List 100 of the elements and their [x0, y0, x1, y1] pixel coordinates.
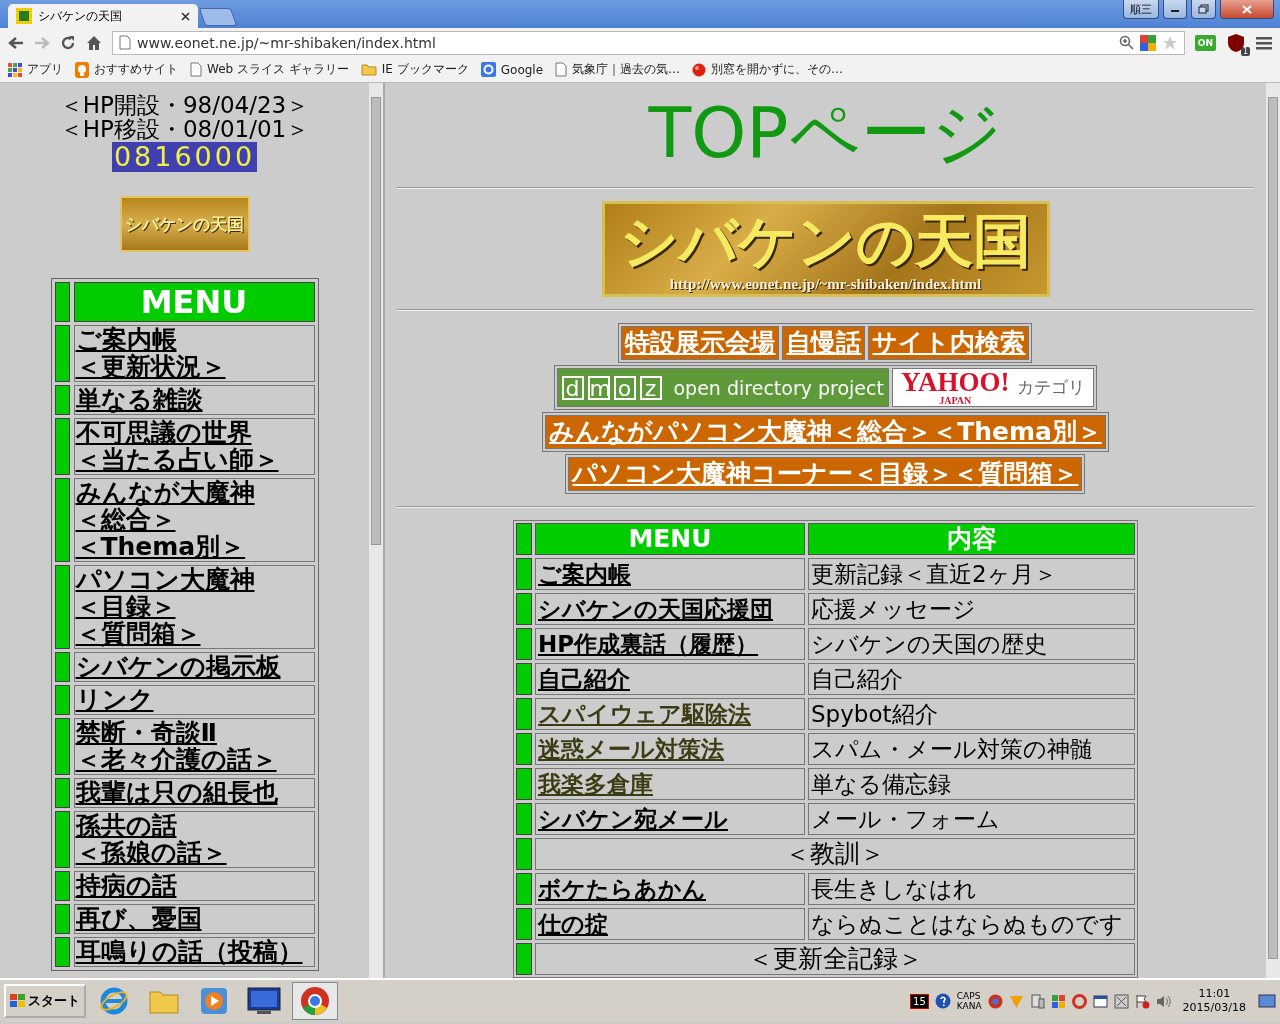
menu-marker: [54, 778, 70, 808]
apps-grid-icon[interactable]: [8, 62, 22, 77]
close-icon[interactable]: [181, 11, 190, 21]
favicon-icon: [16, 8, 32, 24]
nav-link[interactable]: 自慢話: [782, 326, 866, 360]
star-icon[interactable]: [1161, 34, 1178, 51]
monitor-icon[interactable]: [247, 987, 281, 1015]
banner-url: http://www.eonet.ne.jp/~mr-shibaken/index.html: [669, 275, 982, 293]
moved-date: ＜HP移設・08/01/01＞: [59, 117, 310, 141]
column-header: 内容: [808, 523, 1135, 555]
menu-marker: [54, 685, 70, 715]
menu-marker: [516, 873, 532, 905]
nav-link[interactable]: 特設展示会場: [621, 326, 780, 360]
caps-indicator: CAPS: [956, 991, 982, 1001]
section-heading: ＜教訓＞: [535, 838, 1135, 870]
help-icon[interactable]: [934, 993, 951, 1009]
close-button[interactable]: [1220, 0, 1274, 19]
menu-marker: [516, 768, 532, 800]
table-cell: Spybot紹介: [808, 698, 1135, 730]
bookmark-item[interactable]: アプリ: [8, 61, 63, 78]
menu-marker: [516, 943, 532, 975]
clock-time: 11:01: [1198, 987, 1231, 1001]
media-player-icon[interactable]: [199, 986, 229, 1016]
close-icon: [1242, 4, 1252, 14]
minimize-button[interactable]: [1163, 0, 1187, 19]
menu-marker: [54, 385, 70, 415]
zoom-icon[interactable]: [1118, 35, 1134, 50]
clock[interactable]: 11:01 2015/03/18: [1182, 987, 1246, 1015]
table-cell: 応援メッセージ: [808, 593, 1135, 625]
menu-icon[interactable]: [1256, 35, 1272, 50]
show-desktop-icon[interactable]: [1258, 992, 1276, 1010]
page-icon: [119, 35, 131, 50]
chrome-icon[interactable]: [300, 986, 330, 1016]
count-badge: 1: [1240, 46, 1250, 56]
address-bar[interactable]: www.eonet.ne.jp/~mr-shibaken/index.html: [112, 30, 1185, 55]
tray-badge[interactable]: 15: [910, 993, 929, 1009]
scrollbar[interactable]: [1266, 83, 1280, 978]
menu-marker: [516, 698, 532, 730]
nav-link[interactable]: パソコン大魔神コーナー＜目録＞＜質問箱＞: [568, 457, 1083, 491]
boxed-letter: o: [613, 375, 636, 400]
page-icon[interactable]: [555, 62, 568, 77]
badge-caption: open directory project: [673, 376, 884, 399]
bookmark-item[interactable]: Web スライス ギャラリー: [190, 61, 349, 78]
window-icon[interactable]: [1092, 993, 1108, 1009]
table-cell: ならぬことはならぬものです: [808, 908, 1135, 940]
browser-e-icon[interactable]: [99, 986, 129, 1016]
menu-marker: [54, 652, 70, 682]
badge-caption: カテゴリ: [1017, 376, 1086, 399]
bookmark-item[interactable]: 気象庁｜過去の気…: [555, 61, 681, 78]
reload-icon[interactable]: [60, 34, 76, 51]
bookmark-item[interactable]: IE ブックマーク: [360, 61, 469, 78]
table-cell: スパム・メール対策の神髄: [808, 733, 1135, 765]
device-icon[interactable]: [1029, 993, 1045, 1009]
restore-icon: [1198, 4, 1209, 14]
nav-link[interactable]: みんながパソコン大魔神＜総合＞＜Thema別＞: [545, 415, 1106, 449]
nav-link[interactable]: サイト内検索: [868, 326, 1030, 360]
restore-button[interactable]: [1191, 0, 1216, 19]
menu-marker: [516, 523, 532, 555]
menu-marker: [54, 325, 70, 382]
bookmark-item[interactable]: Google: [480, 62, 544, 77]
bookmark-item[interactable]: おすすめサイト: [75, 61, 178, 78]
menu-marker: [516, 628, 532, 660]
page-title: TOPページ: [648, 91, 1003, 175]
speaker-icon[interactable]: [1155, 993, 1171, 1009]
menu-marker: [516, 558, 532, 590]
profile-button[interactable]: 順三: [1123, 0, 1159, 19]
ball-icon[interactable]: [692, 62, 707, 77]
menu-marker: [54, 282, 70, 322]
chrome-icon[interactable]: [987, 993, 1003, 1009]
colored-squares-icon[interactable]: [1139, 34, 1156, 51]
opened-date: ＜HP開設・98/04/23＞: [59, 93, 310, 117]
boxed-letter: d: [561, 375, 584, 400]
folder-icon[interactable]: [360, 63, 377, 76]
section-heading: ＜更新全記録＞: [535, 943, 1135, 975]
bookmark-item[interactable]: 別窓を開かずに、その…: [692, 61, 844, 78]
menu-marker: [516, 838, 532, 870]
logo-subtext: JAPAN: [939, 396, 972, 406]
menu-marker: [54, 418, 70, 475]
table-cell: 更新記録＜直近2ヶ月＞: [808, 558, 1135, 590]
bulb-icon[interactable]: [75, 61, 89, 78]
browser-tab[interactable]: シバケンの天国: [8, 4, 198, 28]
clock-date: 2015/03/18: [1182, 1001, 1246, 1015]
menu-marker: [54, 811, 70, 868]
kana-indicator: KANA: [956, 1001, 982, 1011]
back-icon[interactable]: [8, 35, 24, 50]
logo-text: YAHOO!: [900, 369, 1010, 396]
menu-marker: [54, 937, 70, 967]
table-cell: 自己紹介: [808, 663, 1135, 695]
crossed-box-icon[interactable]: [1113, 993, 1129, 1009]
menu-marker: [54, 718, 70, 775]
windows-flag-icon: [10, 994, 26, 1008]
home-icon[interactable]: [86, 34, 102, 51]
new-tab-button[interactable]: [198, 8, 238, 26]
scrollbar[interactable]: [369, 83, 383, 978]
flag-icon[interactable]: [1134, 993, 1150, 1009]
page-icon[interactable]: [190, 62, 202, 77]
category-badge[interactable]: YAHOO! JAPAN カテゴリ: [891, 368, 1095, 407]
start-button[interactable]: スタート: [4, 984, 86, 1018]
menu-marker: [516, 908, 532, 940]
table-cell: メール・フォーム: [808, 803, 1135, 835]
